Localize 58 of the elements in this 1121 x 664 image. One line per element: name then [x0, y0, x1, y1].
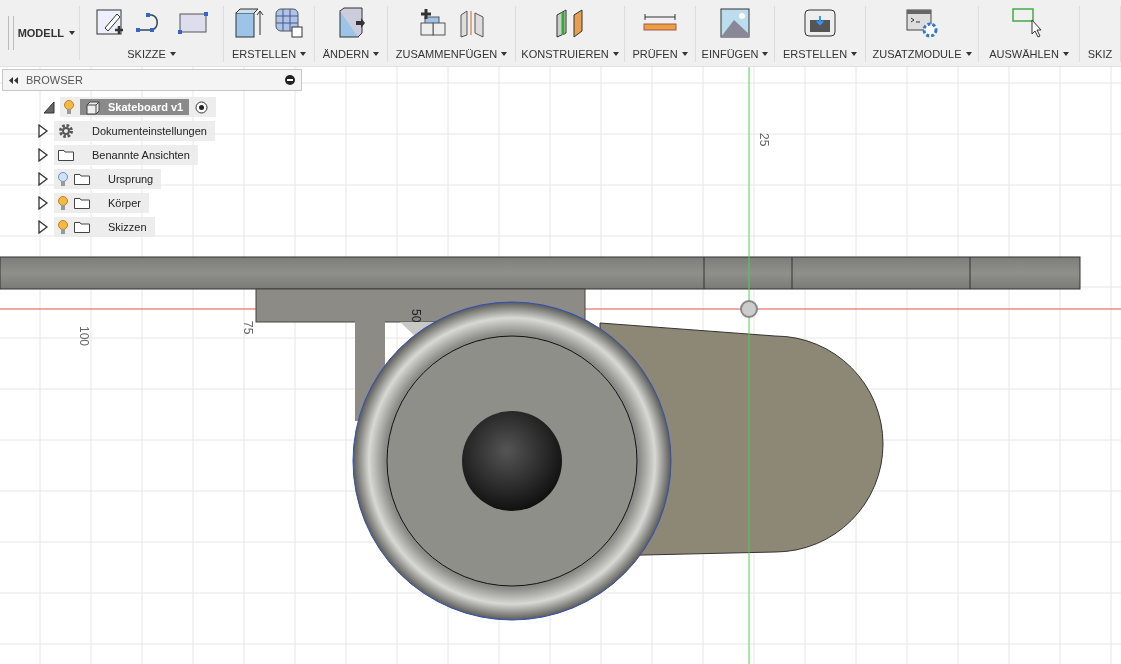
light-bulb-icon[interactable]	[64, 99, 74, 115]
expand-triangle-icon[interactable]	[37, 196, 49, 210]
node-label: Körper	[107, 197, 142, 209]
gear-icon	[58, 123, 74, 139]
expand-triangle-icon[interactable]	[37, 172, 49, 186]
active-radio-icon[interactable]	[195, 100, 209, 114]
group-dropdown[interactable]: ZUSATZMODULE	[872, 48, 972, 60]
tree-node[interactable]: Skizzen	[54, 217, 155, 237]
ruler-label: 75	[241, 321, 255, 335]
component-name: Skateboard v1	[80, 99, 190, 115]
folder-icon	[58, 149, 74, 161]
image-icon[interactable]	[720, 8, 750, 38]
ruler-label: 25	[757, 133, 771, 147]
browser-title: BROWSER	[26, 74, 84, 86]
expand-triangle-icon[interactable]	[37, 124, 49, 138]
tree-node[interactable]: Ursprung	[54, 169, 162, 189]
group-dropdown[interactable]: ZUSAMMENFÜGEN	[395, 48, 508, 60]
group-dropdown[interactable]: SKIZ	[1087, 48, 1113, 60]
extrude-icon[interactable]	[234, 7, 264, 39]
group-dropdown[interactable]: EINFÜGEN	[701, 48, 769, 60]
node-label: Benannte Ansichten	[91, 149, 190, 161]
expand-triangle-icon[interactable]	[43, 100, 55, 114]
measure-icon[interactable]	[643, 13, 677, 33]
component-icon	[86, 101, 100, 115]
group-dropdown[interactable]: SKIZZE	[127, 48, 176, 60]
group-dropdown[interactable]: AUSWÄHLEN	[989, 48, 1069, 60]
origin-point-icon[interactable]	[740, 300, 758, 318]
script-gear-icon[interactable]	[906, 8, 938, 38]
group-dropdown[interactable]: KONSTRUIEREN	[521, 48, 619, 60]
printer-icon[interactable]	[804, 8, 836, 38]
light-bulb-icon[interactable]	[58, 219, 68, 235]
node-label: Ursprung	[107, 173, 154, 185]
press-pull-icon[interactable]	[336, 7, 366, 39]
folder-icon	[74, 173, 90, 185]
group-dropdown[interactable]: PRÜFEN	[632, 48, 688, 60]
group-dropdown[interactable]: ÄNDERN	[322, 48, 380, 60]
expand-triangle-icon[interactable]	[37, 220, 49, 234]
tree-node[interactable]: Körper	[54, 193, 150, 213]
collapse-icon[interactable]	[9, 76, 18, 84]
tree-node[interactable]: Benannte Ansichten	[54, 145, 198, 165]
workspace-dropdown[interactable]: MODELL	[13, 6, 80, 60]
tree-node[interactable]: Dokumenteinstellungen	[54, 121, 215, 141]
folder-icon	[74, 221, 90, 233]
ruler-label: 100	[77, 326, 91, 347]
node-label: Skizzen	[107, 221, 147, 233]
plane-icon[interactable]	[554, 7, 586, 39]
group-dropdown[interactable]: ERSTELLEN	[782, 48, 858, 60]
ruler-label: 50	[409, 309, 423, 323]
sketch-icon[interactable]	[94, 8, 125, 38]
rectangle-icon[interactable]	[176, 11, 209, 35]
light-bulb-icon[interactable]	[58, 195, 68, 211]
expand-triangle-icon[interactable]	[37, 148, 49, 162]
group-dropdown[interactable]: ERSTELLEN	[231, 48, 307, 60]
light-bulb-icon[interactable]	[58, 171, 68, 187]
grid-cube-icon[interactable]	[274, 7, 304, 39]
node-label: Dokumenteinstellungen	[91, 125, 207, 137]
minimize-icon[interactable]	[285, 75, 295, 85]
folder-icon	[74, 197, 90, 209]
